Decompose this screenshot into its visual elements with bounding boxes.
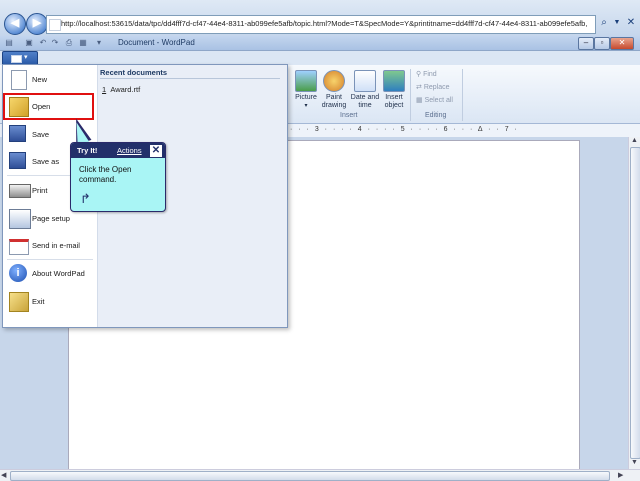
replace-button[interactable]: ⇄ Replace xyxy=(416,83,450,91)
address-bar[interactable]: http://localhost:53615/data/tpc/dd4fff7d… xyxy=(46,15,596,34)
search-icon[interactable]: ⌕ xyxy=(597,16,611,30)
minimize-button[interactable]: – xyxy=(578,37,594,50)
select-all-label: Select all xyxy=(424,97,453,104)
paint-palette-icon xyxy=(323,70,345,92)
horizontal-scrollbar[interactable]: ◀ ▶ xyxy=(0,469,640,481)
actions-link[interactable]: Actions xyxy=(117,146,142,155)
group-divider xyxy=(410,69,411,121)
ruler-marks: · · · 3 · · · · 4 · · · · 5 · · · · 6 · … xyxy=(290,126,519,133)
scroll-down-icon[interactable]: ▼ xyxy=(631,459,638,466)
insert-object-icon xyxy=(383,70,405,92)
printer-icon xyxy=(9,184,31,198)
callout-instruction: Click the Open command. xyxy=(79,165,161,185)
back-button[interactable]: ◀ xyxy=(4,13,26,35)
select-all-icon: ▦ xyxy=(416,97,425,104)
instruction-line-1: Click the Open xyxy=(79,165,132,174)
instruction-line-2: command. xyxy=(79,175,117,184)
menu-item-about[interactable]: i About WordPad xyxy=(7,261,93,287)
recent-number: 1 xyxy=(102,85,107,94)
customize-icon[interactable]: ▾ xyxy=(94,38,104,48)
page-setup-icon xyxy=(9,209,31,229)
editing-group-label: Editing xyxy=(425,112,447,119)
close-button[interactable]: ✕ xyxy=(610,37,634,50)
replace-icon: ⇄ xyxy=(416,84,424,91)
preview-icon[interactable]: ▦ xyxy=(78,38,88,48)
recent-documents-title: Recent documents xyxy=(100,68,168,77)
vertical-scroll-thumb[interactable] xyxy=(630,147,640,459)
vertical-scrollbar[interactable]: ▲ ▼ xyxy=(628,137,640,469)
replace-label: Replace xyxy=(423,84,450,91)
wordpad-title-bar: ▤ ▣ ↶ ↷ ⎙ ▦ ▾ Document - WordPad – ▫ ✕ xyxy=(0,36,640,51)
date-time-button[interactable]: Date and time xyxy=(350,70,380,110)
group-divider-2 xyxy=(462,69,463,121)
scroll-left-icon[interactable]: ◀ xyxy=(1,471,6,479)
menu-item-label: Print xyxy=(32,186,48,195)
redo-icon[interactable]: ↷ xyxy=(50,38,60,48)
menu-item-label: Exit xyxy=(32,297,45,306)
pointer-arrow-icon: ↱ xyxy=(80,191,91,206)
close-tab-icon[interactable]: ✕ xyxy=(624,16,638,30)
info-icon: i xyxy=(9,264,27,282)
menu-item-label: About WordPad xyxy=(32,269,85,278)
dropdown-icon[interactable]: ▼ xyxy=(610,16,624,30)
app-menu-dropdown-icon: ▾ xyxy=(24,54,28,61)
try-it-label: Try It! xyxy=(77,146,98,155)
save-icon xyxy=(9,125,26,142)
picture-label: Picture xyxy=(295,94,317,101)
undo-icon[interactable]: ↶ xyxy=(38,38,48,48)
recent-name: Award.rtf xyxy=(110,85,141,94)
forward-button[interactable]: ▶ xyxy=(26,13,48,35)
save-as-icon xyxy=(9,152,26,169)
ribbon-tab-strip xyxy=(0,51,640,65)
app-menu-icon xyxy=(11,55,22,63)
find-button[interactable]: ⚲ Find xyxy=(416,70,437,78)
paint-drawing-label: Paint drawing xyxy=(321,94,347,109)
page-icon xyxy=(49,19,61,31)
picture-button[interactable]: Picture ▾ xyxy=(292,70,320,110)
forward-arrow-icon: ▶ xyxy=(32,17,42,29)
quick-save-icon[interactable]: ▣ xyxy=(24,38,34,48)
browser-toolbar: ◀ ▶ http://localhost:53615/data/tpc/dd4f… xyxy=(0,0,640,37)
insert-group-label: Insert xyxy=(340,112,358,119)
menu-item-exit[interactable]: Exit xyxy=(7,289,93,315)
recent-separator xyxy=(100,78,280,79)
calendar-clock-icon xyxy=(354,70,376,92)
try-it-callout: Try It! Actions ✕ Click the Open command… xyxy=(70,142,166,212)
maximize-button[interactable]: ▫ xyxy=(594,37,610,50)
scroll-right-icon[interactable]: ▶ xyxy=(618,471,623,479)
find-label: Find xyxy=(423,71,437,78)
paint-drawing-button[interactable]: Paint drawing xyxy=(320,70,348,110)
close-icon[interactable]: ✕ xyxy=(149,144,163,158)
menu-item-label: Send in e-mail xyxy=(32,241,80,250)
callout-header: Try It! Actions ✕ xyxy=(71,143,165,158)
address-text[interactable]: http://localhost:53615/data/tpc/dd4fff7d… xyxy=(61,19,591,28)
insert-object-button[interactable]: Insert object xyxy=(381,70,407,110)
menu-item-label: Save as xyxy=(32,157,60,166)
print-quick-icon[interactable]: ⎙ xyxy=(64,38,74,48)
menu-item-send-email[interactable]: Send in e-mail xyxy=(7,233,93,259)
date-time-label: Date and time xyxy=(350,94,380,109)
menu-item-label: Save xyxy=(32,130,50,139)
window-title: Document - WordPad xyxy=(118,38,195,47)
email-icon xyxy=(9,239,29,255)
menu-item-new[interactable]: New xyxy=(7,67,93,93)
back-arrow-icon: ◀ xyxy=(10,17,20,29)
menu-item-label: New xyxy=(32,75,48,84)
insert-object-label: Insert object xyxy=(384,94,404,109)
menu-item-label: Page setup xyxy=(32,214,70,223)
select-all-button[interactable]: ▦ Select all xyxy=(416,96,453,104)
recent-document-item[interactable]: 1 Award.rtf xyxy=(102,85,140,94)
scroll-up-icon[interactable]: ▲ xyxy=(631,137,638,144)
picture-icon xyxy=(295,70,317,92)
wordpad-app-icon: ▤ xyxy=(5,38,13,47)
exit-icon xyxy=(9,292,29,312)
ruler[interactable]: · · · 3 · · · · 4 · · · · 5 · · · · 6 · … xyxy=(286,124,640,138)
new-document-icon xyxy=(11,70,27,90)
menu-separator xyxy=(7,259,93,260)
